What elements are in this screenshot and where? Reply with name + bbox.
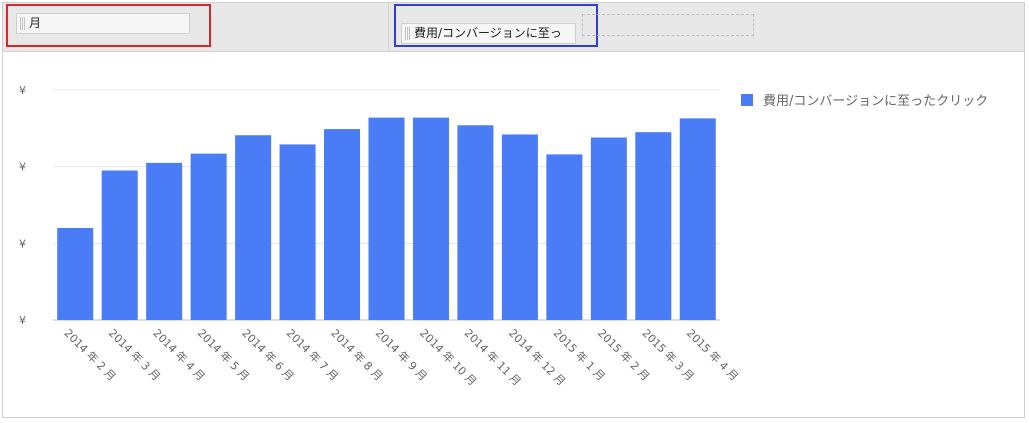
bar <box>324 129 361 320</box>
legend-swatch <box>741 94 753 106</box>
bar <box>590 137 627 320</box>
y-tick-label: ¥ <box>19 237 26 250</box>
bar-chart: ¥¥¥¥2014 年 2 月2014 年 3 月2014 年 4 月2014 年… <box>19 84 742 388</box>
bar <box>457 125 494 321</box>
bar <box>279 144 316 320</box>
y-tick-label: ¥ <box>19 84 26 97</box>
y-tick-label: ¥ <box>19 314 26 327</box>
bar <box>368 117 405 320</box>
bar <box>635 132 672 320</box>
bar <box>235 135 272 320</box>
bar <box>57 228 94 320</box>
bar <box>679 118 716 320</box>
bar <box>146 162 183 320</box>
legend-label: 費用/コンバージョンに至ったクリック <box>763 94 989 109</box>
bar <box>190 153 227 320</box>
bar <box>546 154 583 320</box>
y-tick-label: ¥ <box>19 161 26 174</box>
bar <box>101 170 138 320</box>
bar <box>412 117 449 320</box>
pivot-chart-panel: 月 費用/コンバージョンに至っ ¥ ¥ ¥ ¥2014 年 2 月 2014 年 3 月… <box>2 2 1025 418</box>
bar <box>501 134 538 320</box>
